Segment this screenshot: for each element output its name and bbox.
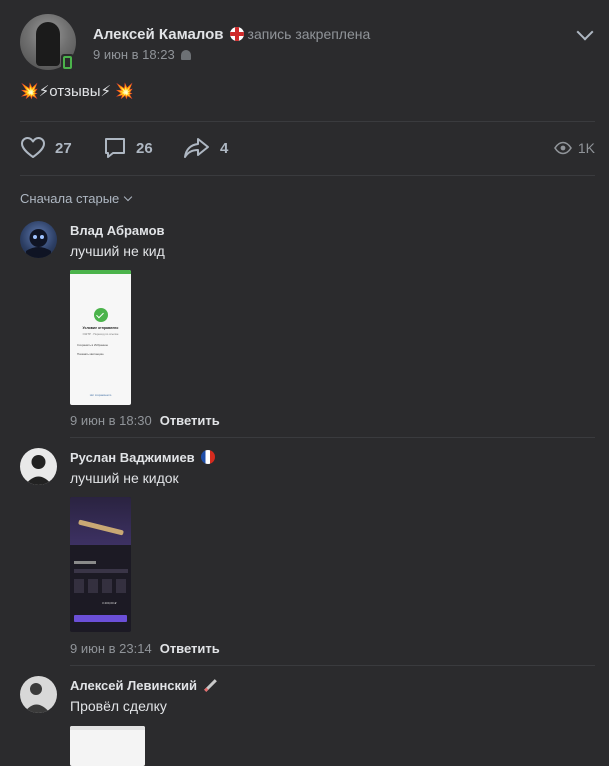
screenshot-footer: Нет сохранённого: [89, 394, 112, 397]
screenshot-row: Показать квитанцию: [77, 352, 104, 356]
screenshot-subtitle: ОЖТР · Переход по ссылке: [82, 332, 119, 336]
comment-icon: [105, 138, 125, 158]
commenter-avatar[interactable]: [20, 221, 57, 258]
online-mobile-icon: [61, 54, 74, 71]
france-flag-icon: [200, 450, 215, 464]
views-counter: 1K: [553, 136, 595, 160]
post-date[interactable]: 9 июн в 18:23: [93, 47, 175, 62]
chevron-down-icon[interactable]: [576, 23, 594, 41]
tag-row: [74, 569, 128, 573]
status-bar: [70, 726, 145, 730]
comment-date[interactable]: 9 июн в 23:14: [70, 641, 152, 656]
post-date-line: 9 июн в 18:23: [93, 47, 191, 62]
share-icon: [184, 138, 209, 158]
post-text: 💥⚡отзывы⚡ 💥: [20, 82, 134, 100]
comment-text: лучший не кид: [70, 243, 165, 259]
reply-button[interactable]: Ответить: [160, 413, 220, 428]
divider: [70, 665, 595, 666]
commenter-avatar[interactable]: [20, 676, 57, 713]
lightning-emoji-icon: ⚡: [100, 83, 112, 100]
commenter-name-line: Алексей Левинский: [70, 678, 218, 693]
screenshot-price: 3 200,00 ₽: [102, 601, 117, 605]
android-icon: [180, 50, 191, 60]
like-button[interactable]: 27: [20, 136, 72, 160]
commenter-name[interactable]: Алексей Левинский: [70, 678, 197, 693]
sort-label: Сначала старые: [20, 191, 120, 206]
author-line: Алексей Камалов запись закреплена: [93, 26, 370, 43]
commenter-avatar[interactable]: [20, 448, 57, 485]
eye-icon: [553, 141, 572, 155]
share-count: 4: [220, 139, 229, 157]
comment-text: Провёл сделку: [70, 698, 167, 714]
status-bar: [70, 270, 131, 274]
commenter-name-line: Руслан Ваджимиев: [70, 450, 215, 465]
england-flag-icon: [229, 27, 244, 41]
author-name[interactable]: Алексей Камалов: [93, 26, 224, 43]
commenter-name[interactable]: Руслан Ваджимиев: [70, 450, 195, 465]
screenshot-row: Сохранить в Избранное: [77, 343, 109, 347]
like-count: 27: [55, 139, 72, 157]
attached-screenshot[interactable]: Условие отправлено ОЖТР · Переход по ссы…: [70, 270, 131, 405]
sticker-slot: [102, 579, 112, 593]
post-actions: 27 26 4 1K: [20, 136, 595, 160]
views-count: 1K: [577, 140, 595, 156]
avatar-art-icon: [26, 229, 51, 258]
chevron-down-icon: [124, 192, 133, 202]
comment-date[interactable]: 9 июн в 18:30: [70, 413, 152, 428]
pencil-icon: [204, 679, 217, 692]
comment-text: лучший не кидок: [70, 470, 179, 486]
divider: [20, 121, 595, 122]
comment-meta: 9 июн в 23:14 Ответить: [70, 641, 220, 656]
commenter-name[interactable]: Влад Абрамов: [70, 223, 165, 238]
lightning-emoji-icon: ⚡: [38, 83, 50, 100]
avatar-art-icon: [25, 455, 52, 485]
post-header: Алексей Камалов запись закреплена 9 июн в…: [20, 14, 595, 71]
heart-icon: [21, 137, 45, 158]
divider: [70, 437, 595, 438]
post-text-body: отзывы: [49, 83, 101, 100]
comment-meta: 9 июн в 18:30 Ответить: [70, 413, 220, 428]
collision-emoji-icon: 💥: [20, 83, 39, 100]
comment-count: 26: [136, 139, 153, 157]
sticker-slot: [88, 579, 98, 593]
divider: [20, 175, 595, 176]
buy-bar: [74, 615, 127, 622]
avatar-figure: [36, 22, 60, 66]
sort-dropdown[interactable]: Сначала старые: [20, 191, 133, 206]
comment-button[interactable]: 26: [103, 136, 153, 160]
checkmark-icon: [94, 308, 108, 322]
attached-screenshot[interactable]: 3 200,00 ₽: [70, 497, 131, 632]
share-button[interactable]: 4: [183, 136, 228, 160]
text-line: [74, 561, 96, 564]
collision-emoji-icon: 💥: [115, 83, 134, 100]
reply-button[interactable]: Ответить: [160, 641, 220, 656]
avatar-art-icon: [24, 683, 50, 713]
attached-screenshot[interactable]: [70, 726, 145, 766]
screenshot-title: Условие отправлено: [82, 326, 119, 330]
pinned-label: запись закреплена: [247, 26, 371, 42]
sticker-slot: [74, 579, 84, 593]
sticker-slot: [116, 579, 126, 593]
